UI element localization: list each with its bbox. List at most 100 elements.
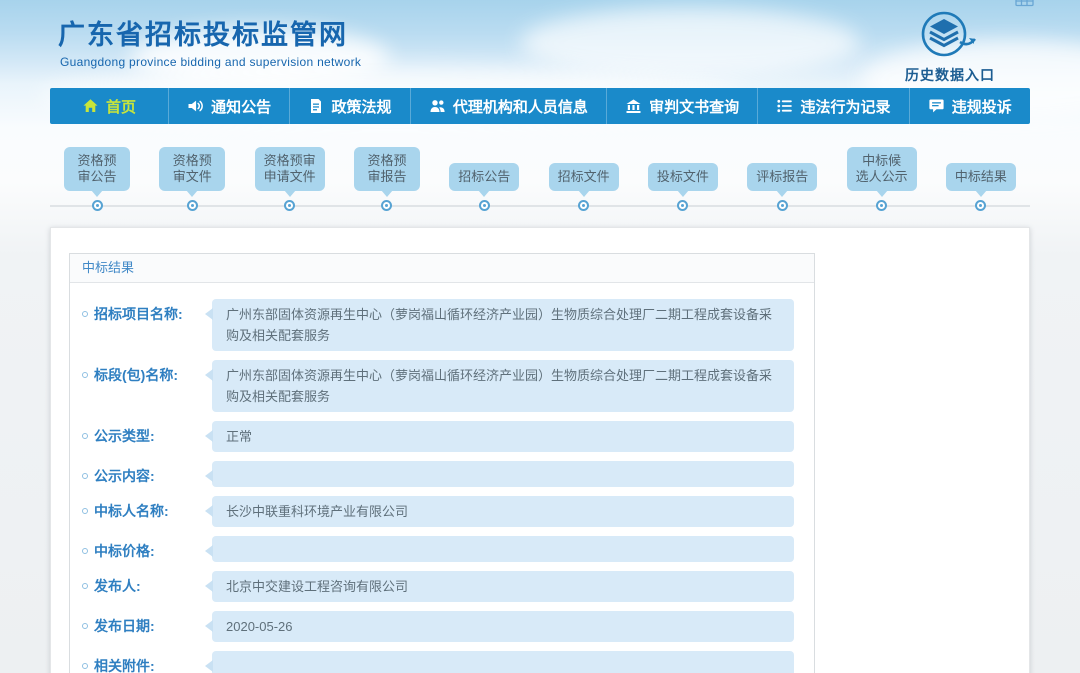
nav-label: 代理机构和人员信息 (453, 96, 588, 117)
step-candidate-publicity[interactable]: 中标候 选人公示 (847, 147, 917, 212)
panel-body: 招标项目名称: 广州东部固体资源再生中心（萝岗福山循环经济产业园）生物质综合处理… (70, 283, 814, 673)
field-label-text: 标段(包)名称: (94, 365, 178, 385)
nav-label: 审判文书查询 (649, 96, 739, 117)
bank-icon (625, 98, 642, 114)
field-value (212, 461, 794, 487)
home-icon (82, 98, 99, 114)
step-prequalification-application[interactable]: 资格预审 申请文件 (255, 147, 325, 212)
field-label-text: 公示内容: (94, 466, 155, 486)
field-label: 相关附件: (82, 651, 202, 673)
step-prequalification-notice[interactable]: 资格预 审公告 (64, 147, 130, 212)
field-label: 公示内容: (82, 461, 202, 486)
step-dot-icon (677, 200, 688, 211)
step-bubble: 资格预 审文件 (159, 147, 225, 191)
step-prequalification-document[interactable]: 资格预 审文件 (159, 147, 225, 212)
nav-item-violations[interactable]: 违法行为记录 (757, 88, 908, 124)
bullet-circle-icon (82, 433, 88, 439)
step-bubble: 中标候 选人公示 (847, 147, 917, 191)
bullet-circle-icon (82, 508, 88, 514)
field-value (212, 651, 794, 673)
field-value: 正常 (212, 421, 794, 452)
nav-item-agencies[interactable]: 代理机构和人员信息 (410, 88, 606, 124)
bid-result-panel: 中标结果 招标项目名称: 广州东部固体资源再生中心（萝岗福山循环经济产业园）生物… (69, 253, 815, 673)
field-value (212, 536, 794, 562)
layers-arrow-icon (919, 9, 981, 64)
bullet-circle-icon (82, 548, 88, 554)
field-value: 广州东部固体资源再生中心（萝岗福山循环经济产业园）生物质综合处理厂二期工程成套设… (212, 360, 794, 412)
chat-bubble-icon (928, 98, 945, 114)
field-row-project-name: 招标项目名称: 广州东部固体资源再生中心（萝岗福山循环经济产业园）生物质综合处理… (82, 299, 794, 351)
field-value: 北京中交建设工程咨询有限公司 (212, 571, 794, 602)
bullet-circle-icon (82, 473, 88, 479)
field-label: 标段(包)名称: (82, 360, 202, 385)
nav-label: 政策法规 (331, 96, 391, 117)
step-bid-result[interactable]: 中标结果 (946, 163, 1016, 212)
step-dot-icon (479, 200, 490, 211)
step-dot-icon (876, 200, 887, 211)
bullet-circle-icon (82, 623, 88, 629)
field-label: 发布日期: (82, 611, 202, 636)
field-label-text: 发布日期: (94, 616, 155, 636)
field-label-text: 招标项目名称: (94, 304, 183, 324)
field-row-attachments: 相关附件: (82, 651, 794, 673)
step-tender-document[interactable]: 招标文件 (549, 163, 619, 212)
calendar-grid-icon[interactable] (1015, 0, 1034, 12)
bullet-circle-icon (82, 372, 88, 378)
step-dot-icon (578, 200, 589, 211)
document-icon (308, 98, 324, 114)
history-entry-label: 历史数据入口 (905, 65, 995, 85)
nav-label: 首页 (106, 96, 136, 117)
history-data-entry[interactable]: 历史数据入口 (890, 9, 1010, 85)
bullet-circle-icon (82, 663, 88, 669)
list-icon (776, 98, 793, 114)
field-label: 招标项目名称: (82, 299, 202, 324)
field-label-text: 中标价格: (94, 541, 155, 561)
site-header: 广东省招标投标监管网 Guangdong province bidding an… (50, 0, 1030, 88)
speaker-icon (187, 98, 204, 114)
bullet-circle-icon (82, 311, 88, 317)
step-bubble: 投标文件 (648, 163, 718, 191)
step-bubble: 招标公告 (449, 163, 519, 191)
nav-item-judgments[interactable]: 审判文书查询 (606, 88, 757, 124)
panel-title: 中标结果 (70, 254, 814, 283)
step-bubble: 招标文件 (549, 163, 619, 191)
field-row-publicity-content: 公示内容: (82, 461, 794, 487)
nav-item-notices[interactable]: 通知公告 (168, 88, 289, 124)
content-wrapper: 中标结果 招标项目名称: 广州东部固体资源再生中心（萝岗福山循环经济产业园）生物… (50, 227, 1030, 673)
field-label: 中标人名称: (82, 496, 202, 521)
nav-item-policies[interactable]: 政策法规 (289, 88, 409, 124)
field-label-text: 公示类型: (94, 426, 155, 446)
nav-item-home[interactable]: 首页 (50, 88, 168, 124)
field-label: 中标价格: (82, 536, 202, 561)
step-bubble: 中标结果 (946, 163, 1016, 191)
step-dot-icon (187, 200, 198, 211)
field-label-text: 相关附件: (94, 656, 155, 673)
nav-item-complaints[interactable]: 违规投诉 (909, 88, 1030, 124)
step-bubble: 评标报告 (747, 163, 817, 191)
step-bid-document[interactable]: 投标文件 (648, 163, 718, 212)
step-tender-notice[interactable]: 招标公告 (449, 163, 519, 212)
field-row-publish-date: 发布日期: 2020-05-26 (82, 611, 794, 642)
step-prequalification-report[interactable]: 资格预 审报告 (354, 147, 420, 212)
field-row-publicity-type: 公示类型: 正常 (82, 421, 794, 452)
step-dot-icon (975, 200, 986, 211)
field-value: 广州东部固体资源再生中心（萝岗福山循环经济产业园）生物质综合处理厂二期工程成套设… (212, 299, 794, 351)
field-label: 发布人: (82, 571, 202, 596)
step-dot-icon (777, 200, 788, 211)
step-bubble: 资格预 审公告 (64, 147, 130, 191)
site-subtitle: Guangdong province bidding and supervisi… (50, 55, 1030, 69)
step-bubble: 资格预审 申请文件 (255, 147, 325, 191)
step-evaluation-report[interactable]: 评标报告 (747, 163, 817, 212)
field-row-publisher: 发布人: 北京中交建设工程咨询有限公司 (82, 571, 794, 602)
site-title: 广东省招标投标监管网 (50, 13, 1030, 52)
field-label-text: 中标人名称: (94, 501, 169, 521)
step-dot-icon (284, 200, 295, 211)
field-row-section-name: 标段(包)名称: 广州东部固体资源再生中心（萝岗福山循环经济产业园）生物质综合处… (82, 360, 794, 412)
step-bubble: 资格预 审报告 (354, 147, 420, 191)
nav-label: 违规投诉 (952, 96, 1012, 117)
people-icon (429, 98, 446, 114)
field-value: 长沙中联重科环境产业有限公司 (212, 496, 794, 527)
step-dot-icon (381, 200, 392, 211)
field-label-text: 发布人: (94, 576, 141, 596)
field-row-winner-name: 中标人名称: 长沙中联重科环境产业有限公司 (82, 496, 794, 527)
